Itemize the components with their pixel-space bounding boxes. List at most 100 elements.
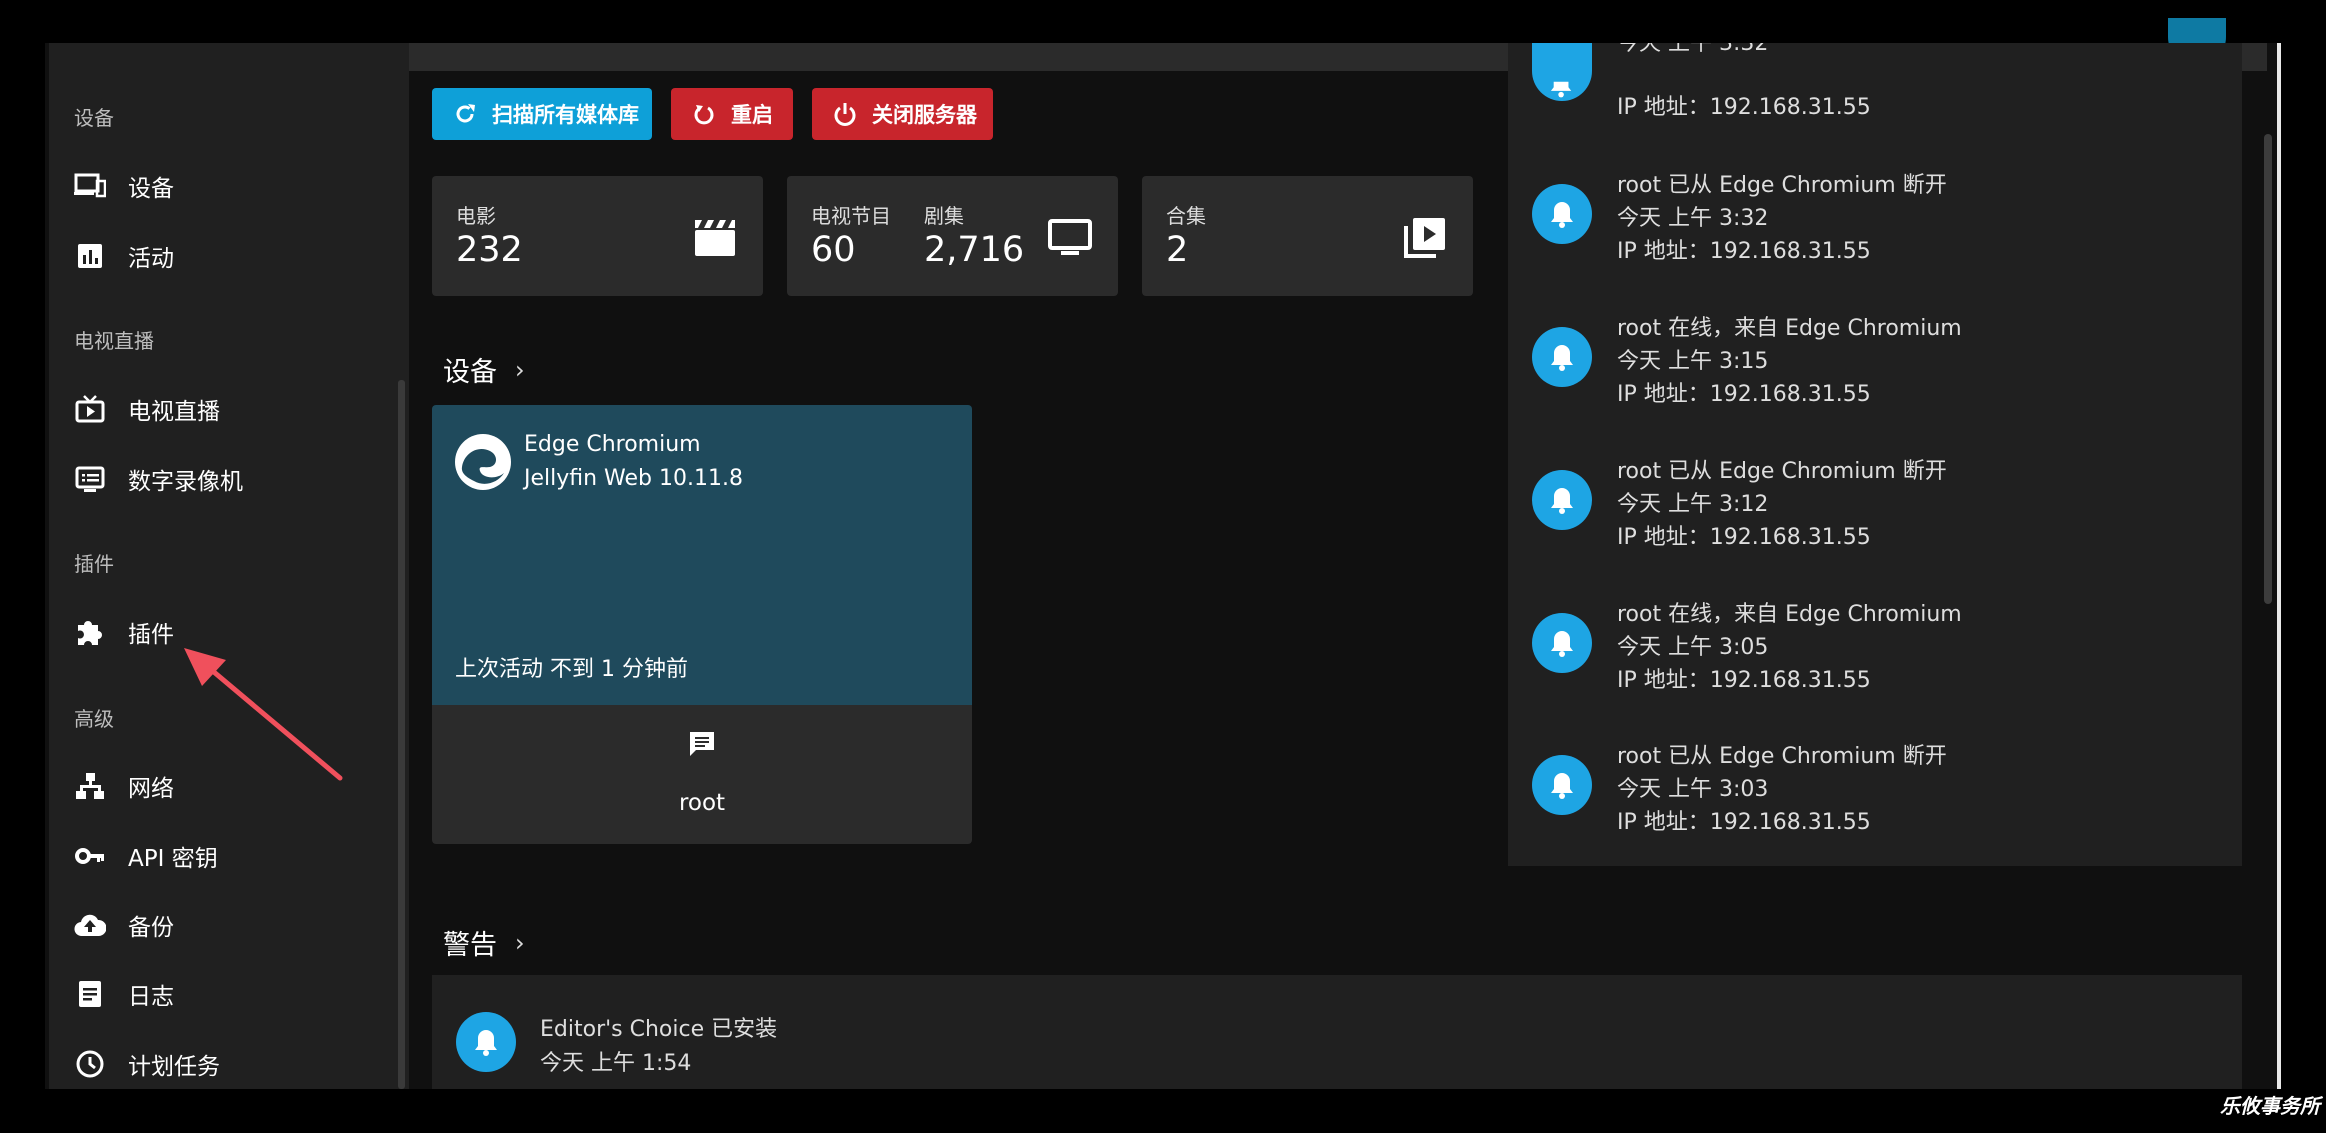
dvr-icon [74,463,106,495]
sidebar-item-label: 插件 [128,622,174,648]
network-icon [74,770,106,802]
activity-item[interactable]: root 已从 Edge Chromium 断开 今天 上午 3:32 IP 地… [1508,164,2242,304]
restart-label: 重启 [731,103,773,127]
movies-label: 电影 [456,204,496,228]
sidebar-item-apikeys[interactable]: API 密钥 [74,834,218,878]
sidebar-item-label: 日志 [128,984,174,1010]
sidebar-item-logs[interactable]: 日志 [74,972,174,1016]
sidebar-item-tasks[interactable]: 计划任务 [74,1042,220,1086]
window-border [2277,43,2281,1089]
activity-time: 今天 上午 3:12 [1617,492,1769,517]
activity-item[interactable]: root 在线，来自 Edge Chromium 今天 上午 3:15 IP 地… [1508,307,2242,447]
activity-chart-icon [74,240,106,272]
puzzle-piece-icon [74,616,106,648]
collections-card[interactable]: 合集 2 [1142,176,1473,296]
shutdown-label: 关闭服务器 [872,103,977,127]
tv-icon [1047,216,1093,258]
tv-shows-count: 60 [811,230,856,270]
sidebar-item-label: 设备 [128,176,174,202]
sidebar-item-livetv[interactable]: 电视直播 [74,387,220,431]
sidebar-item-label: 电视直播 [128,399,220,425]
bell-icon [1532,613,1592,673]
restart-button[interactable]: 重启 [671,88,793,140]
sidebar-item-plugins[interactable]: 插件 [74,610,174,654]
power-icon [832,101,858,127]
activity-item[interactable]: root 已从 Edge Chromium 断开 今天 上午 3:03 IP 地… [1508,735,2242,875]
scan-libraries-label: 扫描所有媒体库 [492,103,639,127]
activity-title: root 在线，来自 Edge Chromium [1617,316,1962,341]
sidebar-item-backup[interactable]: 备份 [74,903,174,947]
sidebar-item-label: 数字录像机 [128,469,243,495]
activity-ip: IP 地址：192.168.31.55 [1617,668,1871,693]
device-card-footer [432,705,972,844]
collections-count: 2 [1166,230,1189,270]
watermark: 乐攸事务所 [2220,1094,2320,1118]
activity-title: root 已从 Edge Chromium 断开 [1617,744,1947,769]
alerts-section-title: 警告 [443,930,497,961]
devices-icon [74,170,106,202]
bell-icon [1532,184,1592,244]
key-icon [74,840,106,872]
playlist-play-icon [1402,216,1448,258]
sidebar-item-label: 网络 [128,776,174,802]
device-user: root [678,790,726,816]
activity-time: 今天 上午 3:32 [1617,206,1769,231]
activity-title: root 已从 Edge Chromium 断开 [1617,173,1947,198]
sidebar-item-label: 计划任务 [128,1054,220,1080]
activity-partial-ip: IP 地址：192.168.31.55 [1617,95,1871,120]
activity-ip: IP 地址：192.168.31.55 [1617,382,1871,407]
clock-icon [74,1048,106,1080]
message-icon[interactable] [688,730,716,758]
activity-ip: IP 地址：192.168.31.55 [1617,239,1871,264]
bell-icon [1532,470,1592,530]
activity-title: root 已从 Edge Chromium 断开 [1617,459,1947,484]
movies-count: 232 [456,230,523,270]
activity-ip: IP 地址：192.168.31.55 [1617,525,1871,550]
shutdown-button[interactable]: 关闭服务器 [812,88,993,140]
movie-clapper-icon [692,216,738,258]
tv-shows-label: 电视节目 [811,204,891,228]
activity-item[interactable]: root 已从 Edge Chromium 断开 今天 上午 3:12 IP 地… [1508,450,2242,590]
bell-icon [1532,43,1592,101]
restart-icon [691,101,717,127]
activity-time: 今天 上午 3:05 [1617,635,1769,660]
activity-time: 今天 上午 3:03 [1617,777,1769,802]
device-last-active: 上次活动 不到 1 分钟前 [455,657,688,682]
sidebar-item-label: API 密钥 [128,846,218,872]
main-scrollbar[interactable] [2264,134,2272,604]
sidebar-item-dvr[interactable]: 数字录像机 [74,457,243,501]
collections-label: 合集 [1166,204,1206,228]
movies-card[interactable]: 电影 232 [432,176,763,296]
activity-title: root 在线，来自 Edge Chromium [1617,602,1962,627]
bell-icon [1532,755,1592,815]
episodes-count: 2,716 [924,230,1025,270]
alerts-section-header[interactable]: 警告 › [443,923,525,962]
activity-partial-time: 今天 上午 3:32 [1617,43,1769,56]
alert-title: Editor's Choice 已安装 [540,1017,778,1042]
sidebar-section-devices: 设备 [74,106,114,130]
sidebar-scrollbar[interactable] [398,380,405,1089]
annotation-arrow [184,648,343,781]
refresh-icon [452,101,478,127]
activity-ip: IP 地址：192.168.31.55 [1617,810,1871,835]
episodes-label: 剧集 [924,204,964,228]
chevron-right-icon: › [515,928,525,957]
cloud-upload-icon [74,909,106,941]
chevron-right-icon: › [515,355,525,384]
tv-card[interactable]: 电视节目 60 剧集 2,716 [787,176,1118,296]
devices-section-title: 设备 [443,357,497,388]
sidebar-section-advanced: 高级 [74,707,114,731]
devices-section-header[interactable]: 设备 › [443,350,525,389]
sidebar-item-devices[interactable]: 设备 [74,164,174,208]
device-client-name: Edge Chromium [524,432,701,457]
sidebar-item-activity[interactable]: 活动 [74,234,174,278]
edge-browser-icon [454,433,512,491]
live-tv-icon [74,393,106,425]
sidebar-item-network[interactable]: 网络 [74,764,174,808]
device-app-version: Jellyfin Web 10.11.8 [524,466,743,491]
activity-time: 今天 上午 3:15 [1617,349,1769,374]
activity-item[interactable]: root 在线，来自 Edge Chromium 今天 上午 3:05 IP 地… [1508,593,2242,733]
sidebar-section-plugins: 插件 [74,552,114,576]
bell-icon [1532,327,1592,387]
scan-libraries-button[interactable]: 扫描所有媒体库 [432,88,652,140]
